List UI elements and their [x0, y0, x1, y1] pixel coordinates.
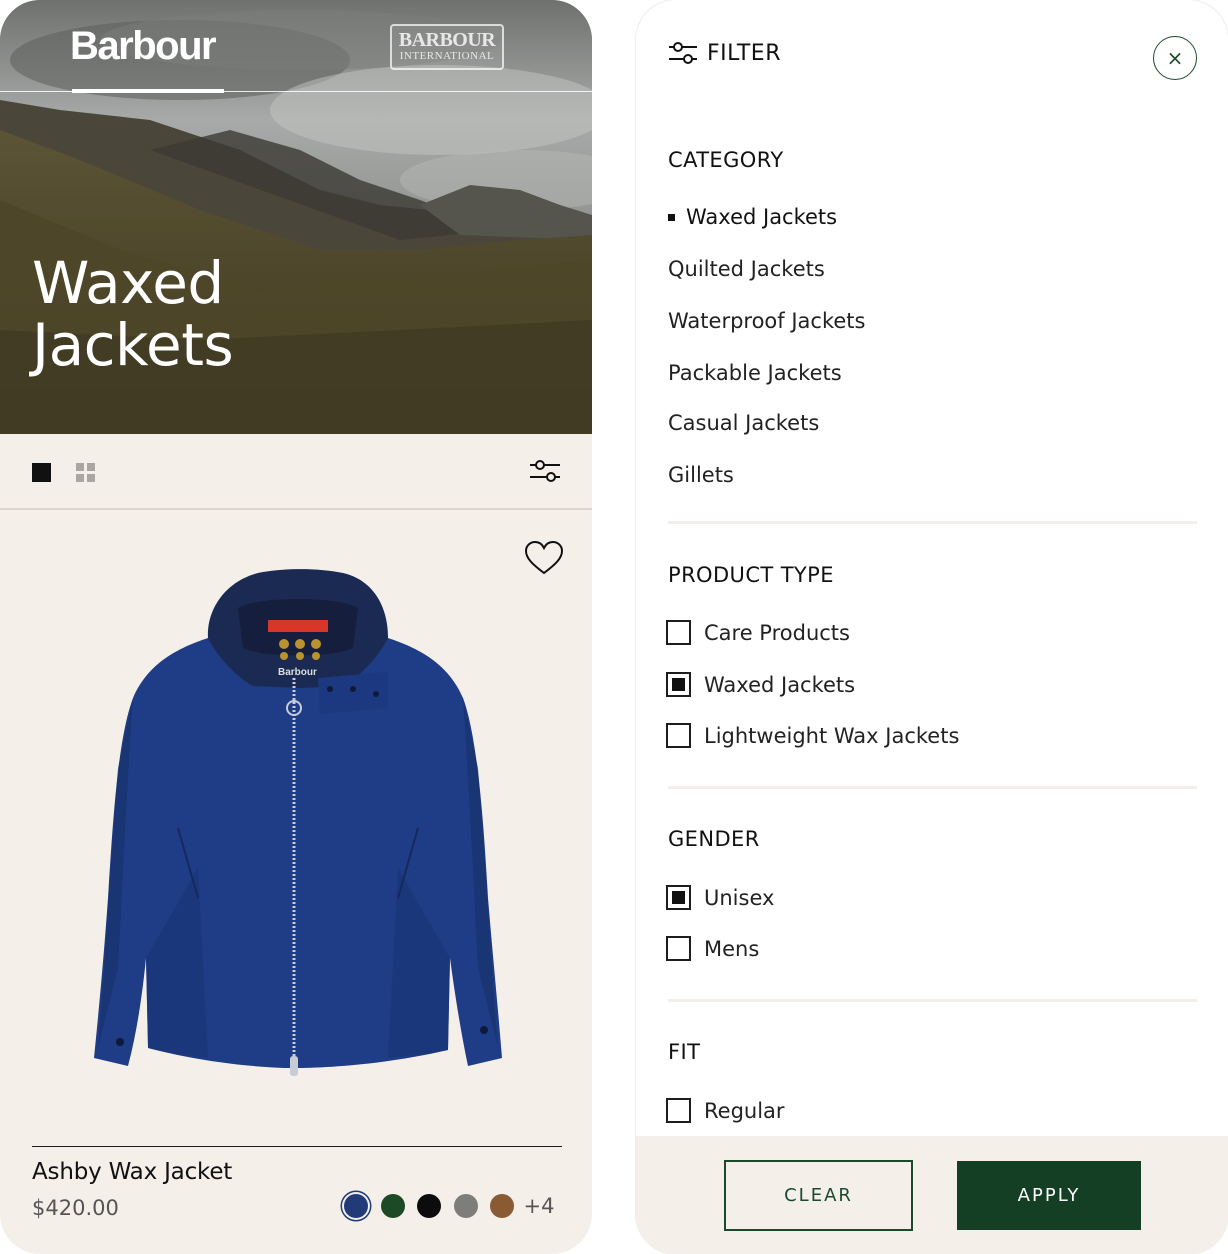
product-type-option-care-products[interactable]: Care Products: [666, 620, 850, 645]
sub-brand-logo[interactable]: BARBOUR INTERNATIONAL: [390, 24, 504, 70]
checkbox[interactable]: [666, 1098, 691, 1123]
color-swatch-brown[interactable]: [490, 1194, 514, 1218]
brand-logo[interactable]: Barbour: [70, 24, 217, 69]
category-item-waterproof-jackets[interactable]: Waterproof Jackets: [668, 309, 865, 333]
product-image-jacket[interactable]: Barbour: [88, 568, 508, 1088]
product-card[interactable]: Barbour Ashby Wax Jacket $420.00 +4: [0, 512, 592, 1254]
heart-icon[interactable]: [524, 540, 564, 576]
option-label: Care Products: [704, 620, 850, 645]
hero-banner: Barbour BARBOUR INTERNATIONAL Waxed Jack…: [0, 0, 592, 434]
section-divider: [668, 999, 1197, 1002]
checkbox[interactable]: [666, 936, 691, 961]
sub-brand-line1: BARBOUR: [398, 29, 496, 51]
option-label: Mens: [704, 936, 760, 961]
clear-button[interactable]: CLEAR: [724, 1160, 913, 1231]
category-item-gillets[interactable]: Gillets: [668, 463, 734, 487]
filter-screen: FILTER × CATEGORY Waxed Jackets Quilted …: [636, 0, 1228, 1254]
category-item-waxed-jackets[interactable]: Waxed Jackets: [686, 205, 837, 229]
checkbox[interactable]: [666, 672, 691, 697]
gender-heading: GENDER: [668, 827, 760, 851]
checkbox[interactable]: [666, 620, 691, 645]
option-label: Unisex: [704, 885, 775, 910]
filter-sliders-icon[interactable]: [528, 458, 562, 484]
active-brand-tab-indicator: [72, 89, 224, 93]
section-divider: [668, 521, 1197, 524]
grid-view-icon[interactable]: [76, 463, 95, 482]
category-heading: CATEGORY: [668, 148, 784, 172]
fit-heading: FIT: [668, 1040, 701, 1064]
color-swatches: +4: [344, 1192, 554, 1220]
page-title-line2: Jackets: [32, 311, 234, 379]
card-divider: [32, 1146, 562, 1147]
sub-brand-line2: INTERNATIONAL: [399, 50, 495, 62]
single-view-icon[interactable]: [32, 463, 51, 482]
apply-button[interactable]: APPLY: [957, 1161, 1141, 1230]
fit-option-regular[interactable]: Regular: [666, 1098, 785, 1123]
jacket-label-text: Barbour: [278, 667, 317, 678]
section-divider: [668, 786, 1197, 789]
checkbox[interactable]: [666, 885, 691, 910]
color-swatch-black[interactable]: [417, 1194, 441, 1218]
product-type-option-lightweight-wax-jackets[interactable]: Lightweight Wax Jackets: [666, 723, 959, 748]
category-item-casual-jackets[interactable]: Casual Jackets: [668, 411, 819, 435]
category-item-quilted-jackets[interactable]: Quilted Jackets: [668, 257, 825, 281]
product-name[interactable]: Ashby Wax Jacket: [32, 1159, 232, 1185]
filter-action-bar: CLEAR APPLY: [636, 1136, 1228, 1254]
page-title: Waxed Jackets: [32, 252, 432, 376]
gender-option-mens[interactable]: Mens: [666, 936, 759, 961]
filter-header: FILTER: [668, 40, 781, 66]
product-list-screen: Barbour BARBOUR INTERNATIONAL Waxed Jack…: [0, 0, 592, 1254]
gender-option-unisex[interactable]: Unisex: [666, 885, 774, 910]
option-label: Lightweight Wax Jackets: [704, 723, 960, 748]
option-label: Waxed Jackets: [704, 672, 856, 697]
active-category-marker: [668, 214, 675, 221]
filter-title: FILTER: [707, 40, 781, 66]
more-colors-count[interactable]: +4: [524, 1194, 555, 1218]
product-type-heading: PRODUCT TYPE: [668, 563, 834, 587]
filter-sliders-icon: [669, 42, 697, 64]
category-item-packable-jackets[interactable]: Packable Jackets: [668, 361, 842, 385]
close-icon[interactable]: ×: [1153, 36, 1197, 80]
color-swatch-green[interactable]: [380, 1194, 405, 1218]
product-price: $420.00: [32, 1196, 119, 1220]
page-title-line1: Waxed: [32, 249, 224, 317]
listing-toolbar: [0, 434, 592, 510]
color-swatch-grey[interactable]: [453, 1194, 478, 1218]
color-swatch-navy[interactable]: [344, 1194, 368, 1218]
option-label: Regular: [704, 1098, 785, 1123]
checkbox[interactable]: [666, 723, 691, 748]
product-type-option-waxed-jackets[interactable]: Waxed Jackets: [666, 672, 855, 697]
